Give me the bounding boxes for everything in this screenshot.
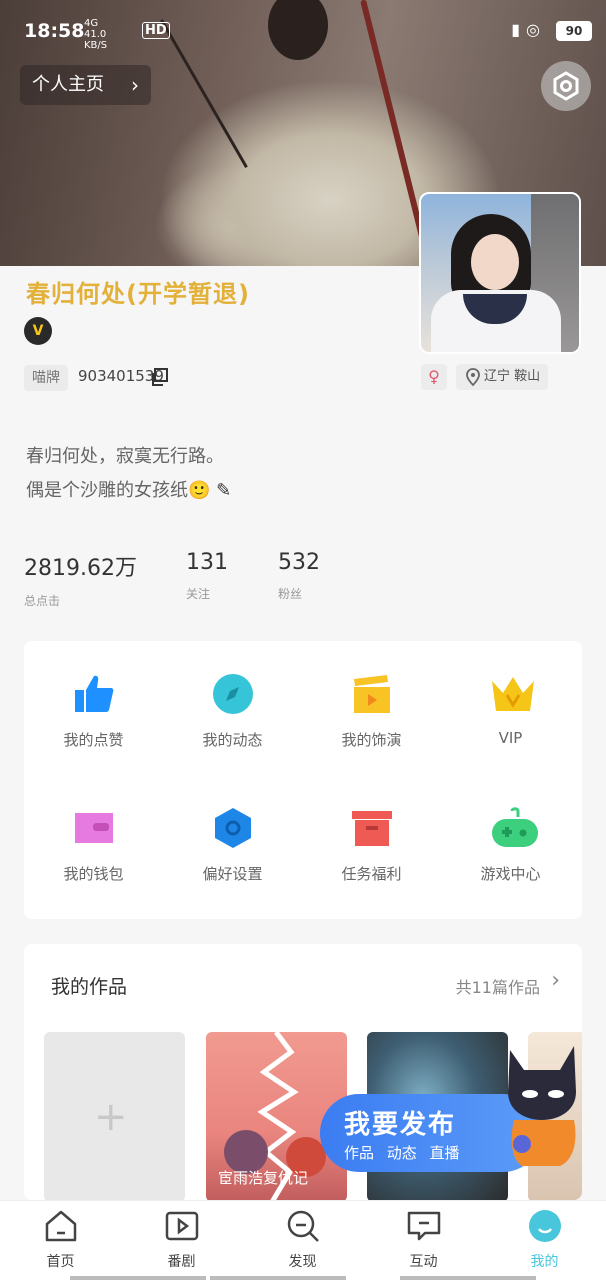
feature-label: 偏好设置 (202, 865, 263, 883)
bottom-nav: 首页 番剧 发现 互动 我的 (0, 1200, 606, 1281)
hexagon-gear-icon (553, 71, 579, 101)
copy-icon[interactable] (150, 368, 168, 386)
bio: 春归何处，寂寞无行路。 偶是个沙雕的女孩纸🙂 ✎ (26, 440, 231, 508)
stat-following[interactable]: 131 关注 (186, 550, 228, 602)
location-text: 辽宁 鞍山 (484, 369, 541, 384)
stat-label: 粉丝 (278, 587, 303, 601)
gesture-bar-segment (210, 1276, 346, 1280)
gesture-bar-segment (70, 1276, 206, 1280)
settings-button[interactable] (541, 61, 591, 111)
feature-label: 我的点赞 (63, 731, 124, 749)
stat-fans[interactable]: 532 粉丝 (278, 550, 320, 602)
compass-icon (212, 673, 254, 715)
alarm-icon: ◎ (526, 20, 546, 39)
publish-title: 我要发布 (344, 1110, 457, 1140)
bio-line-2: 偶是个沙雕的女孩纸🙂 (26, 480, 211, 501)
publish-subtitle: 作品 动态 直播 (344, 1144, 460, 1162)
chevron-right-icon: › (131, 73, 139, 97)
feature-label: 我的动态 (202, 731, 263, 749)
nav-label: 番剧 (167, 1254, 196, 1270)
homepage-label: 个人主页 (32, 74, 104, 95)
plus-icon: + (94, 1094, 128, 1140)
feature-my-wallet[interactable]: 我的钱包 (24, 807, 163, 884)
feature-label: 我的钱包 (63, 865, 124, 883)
feature-my-moments[interactable]: 我的动态 (163, 673, 302, 750)
wallet-icon (73, 807, 115, 849)
feature-game-center[interactable]: 游戏中心 (441, 807, 580, 884)
chevron-right-icon[interactable]: › (551, 968, 560, 993)
network-type: 4G (84, 18, 99, 29)
crown-icon (490, 673, 534, 715)
status-time: 18:58 (24, 20, 85, 42)
clapperboard-icon (351, 673, 393, 715)
vip-badge-icon[interactable]: V (24, 317, 52, 345)
gift-box-icon (351, 807, 393, 849)
stat-value: 131 (186, 550, 228, 575)
network-speed: 41.0 (84, 29, 107, 40)
nav-discover[interactable]: 发现 (242, 1209, 363, 1271)
nav-home[interactable]: 首页 (0, 1209, 121, 1271)
feature-my-likes[interactable]: 我的点赞 (24, 673, 163, 750)
work-caption: 宦雨浩复仇记 (218, 1169, 309, 1187)
feature-grid: 我的点赞 我的动态 我的饰演 VIP 我的钱包 偏好设置 任务福利 游戏中心 (24, 641, 582, 919)
home-icon (44, 1209, 78, 1243)
works-count-link[interactable]: 共11篇作品 (456, 974, 540, 998)
add-work-button[interactable]: + (44, 1032, 185, 1200)
profile-bubble-icon (528, 1209, 562, 1243)
nav-label: 首页 (46, 1254, 75, 1270)
personal-homepage-button[interactable]: 个人主页 › (20, 65, 151, 105)
gesture-bar-segment (400, 1276, 536, 1280)
play-icon (165, 1209, 199, 1243)
nav-mine[interactable]: 我的 (484, 1209, 605, 1271)
edit-pencil-icon[interactable]: ✎ (216, 480, 231, 501)
search-icon (286, 1209, 320, 1243)
works-title: 我的作品 (51, 976, 128, 998)
feature-vip[interactable]: VIP (441, 673, 580, 747)
stat-value: 532 (278, 550, 320, 575)
feature-label: 任务福利 (341, 865, 402, 883)
nav-anime[interactable]: 番剧 (121, 1209, 242, 1271)
stat-label: 关注 (186, 587, 211, 601)
thumbs-up-icon (73, 673, 115, 715)
cat-mascot-icon[interactable] (500, 1040, 584, 1170)
gamepad-icon (490, 807, 538, 849)
nickname: 春归何处(开学暂退) (26, 280, 250, 308)
status-bar: 18:58 4G 41.0 KB/S HD ▮◎ 90 (0, 0, 606, 60)
avatar-face (471, 234, 519, 290)
nav-label: 互动 (409, 1254, 438, 1270)
location-pin-icon (466, 368, 480, 386)
nav-label: 我的 (530, 1254, 559, 1270)
gender-female-icon: ♀ (421, 364, 447, 390)
feature-label: VIP (498, 729, 523, 747)
bio-line-1: 春归何处，寂寞无行路。 (26, 446, 224, 467)
feature-my-roles[interactable]: 我的饰演 (302, 673, 441, 750)
location-tag: 辽宁 鞍山 (456, 364, 549, 390)
nav-label: 发现 (288, 1254, 317, 1270)
stat-label: 总点击 (24, 594, 61, 608)
feature-label: 游戏中心 (480, 865, 541, 883)
stat-value: 2819.62万 (24, 556, 137, 581)
hd-icon: HD (142, 22, 170, 39)
vibrate-icon: ▮ (511, 20, 527, 39)
feature-task-rewards[interactable]: 任务福利 (302, 807, 441, 884)
stat-total-clicks[interactable]: 2819.62万 总点击 (24, 550, 137, 609)
id-label: 喵牌 (24, 365, 68, 391)
battery-icon: 90 (556, 21, 592, 41)
message-icon (407, 1209, 441, 1243)
network-speed-unit: KB/S (84, 40, 108, 51)
hexagon-settings-icon (212, 807, 254, 849)
feature-label: 我的饰演 (341, 731, 402, 749)
avatar[interactable] (419, 192, 581, 354)
nav-interact[interactable]: 互动 (363, 1209, 484, 1271)
status-icons: ▮◎ (511, 20, 546, 39)
bio-line-2-row: 偶是个沙雕的女孩纸🙂 ✎ (26, 474, 231, 508)
status-network: 4G 41.0 KB/S (84, 18, 107, 51)
feature-preferences[interactable]: 偏好设置 (163, 807, 302, 884)
